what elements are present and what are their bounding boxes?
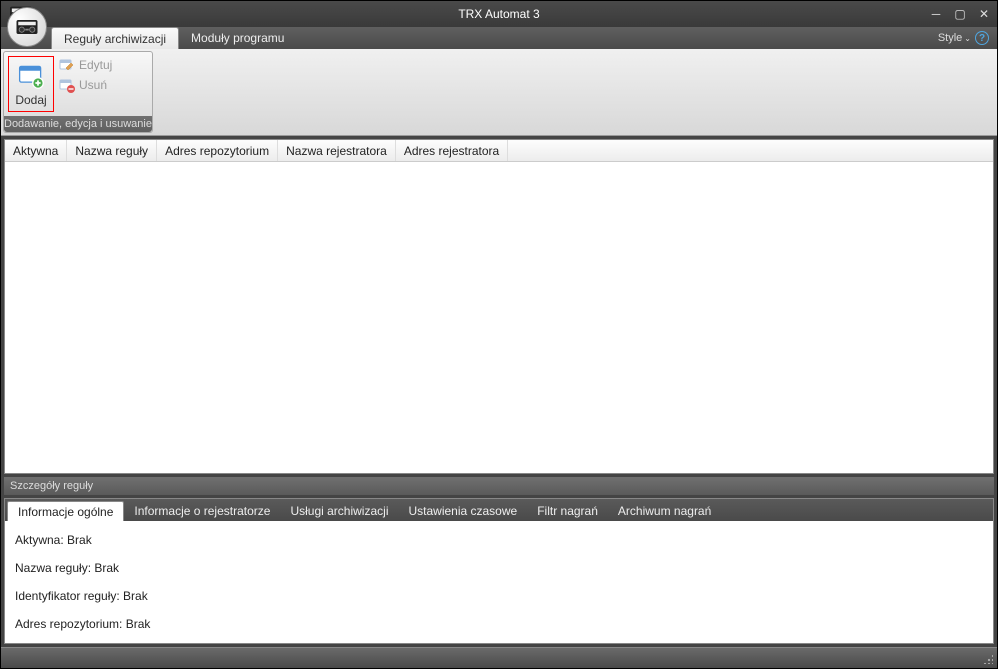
detail-row: Identyfikator reguły: Brak [15, 589, 983, 603]
delete-label: Usuń [79, 78, 107, 92]
detail-row: Adres repozytorium: Brak [15, 617, 983, 631]
window-title: TRX Automat 3 [1, 7, 997, 21]
detail-tab-recorder[interactable]: Informacje o rejestratorze [124, 501, 280, 521]
ribbon-tab-row: Reguły archiwizacji Moduły programu Styl… [1, 27, 997, 49]
maximize-button[interactable]: ▢ [953, 7, 967, 21]
column-header[interactable]: Aktywna [5, 140, 67, 161]
resize-gripper-icon[interactable] [979, 650, 995, 666]
ribbon-group-crud: Dodaj Edytuj Usuń Dodawanie, edycja i us… [3, 51, 153, 133]
column-header[interactable]: Nazwa reguły [67, 140, 157, 161]
edit-label: Edytuj [79, 58, 112, 72]
delete-button[interactable]: Usuń [55, 76, 116, 94]
minimize-button[interactable]: ─ [929, 7, 943, 21]
style-label: Style [938, 32, 962, 44]
ribbon-body: Dodaj Edytuj Usuń Dodawanie, edycja i us… [1, 49, 997, 136]
close-button[interactable]: ✕ [977, 7, 991, 21]
detail-body: Aktywna: Brak Nazwa reguły: Brak Identyf… [5, 521, 993, 643]
ribbon-tab-moduly[interactable]: Moduły programu [179, 27, 296, 49]
statusbar [1, 647, 997, 668]
details-panel: Informacje ogólne Informacje o rejestrat… [4, 498, 994, 644]
grid-header: Aktywna Nazwa reguły Adres repozytorium … [5, 140, 993, 162]
tab-label: Reguły archiwizacji [64, 32, 166, 46]
details-panel-title: Szczegóły reguły [4, 477, 994, 495]
detail-tab-time[interactable]: Ustawienia czasowe [398, 501, 527, 521]
app-menu-button[interactable] [7, 7, 47, 47]
chevron-down-icon: ⌄ [964, 34, 971, 43]
edit-button[interactable]: Edytuj [55, 56, 116, 74]
column-header[interactable]: Adres rejestratora [396, 140, 508, 161]
content-area: Aktywna Nazwa reguły Adres repozytorium … [1, 136, 997, 647]
detail-tab-services[interactable]: Usługi archiwizacji [280, 501, 398, 521]
help-icon[interactable]: ? [975, 31, 989, 45]
detail-tab-archive[interactable]: Archiwum nagrań [608, 501, 721, 521]
tab-label: Moduły programu [191, 31, 284, 45]
rules-grid-panel: Aktywna Nazwa reguły Adres repozytorium … [4, 139, 994, 474]
column-header[interactable]: Nazwa rejestratora [278, 140, 396, 161]
ribbon-group-caption: Dodawanie, edycja i usuwanie [4, 116, 152, 132]
grid-body[interactable] [5, 162, 993, 473]
ribbon-tab-reguly[interactable]: Reguły archiwizacji [51, 27, 179, 49]
add-label: Dodaj [15, 93, 46, 107]
add-button[interactable]: Dodaj [8, 56, 54, 112]
detail-row: Nazwa reguły: Brak [15, 561, 983, 575]
detail-tab-filter[interactable]: Filtr nagrań [527, 501, 608, 521]
app-window: TRX Automat 3 ─ ▢ ✕ Reguły archiwizacji … [0, 0, 998, 669]
style-menu[interactable]: Style ⌄ [938, 32, 971, 44]
detail-tab-row: Informacje ogólne Informacje o rejestrat… [5, 499, 993, 521]
titlebar: TRX Automat 3 ─ ▢ ✕ [1, 1, 997, 27]
detail-tab-general[interactable]: Informacje ogólne [7, 501, 124, 521]
detail-row: Aktywna: Brak [15, 533, 983, 547]
column-header[interactable]: Adres repozytorium [157, 140, 278, 161]
